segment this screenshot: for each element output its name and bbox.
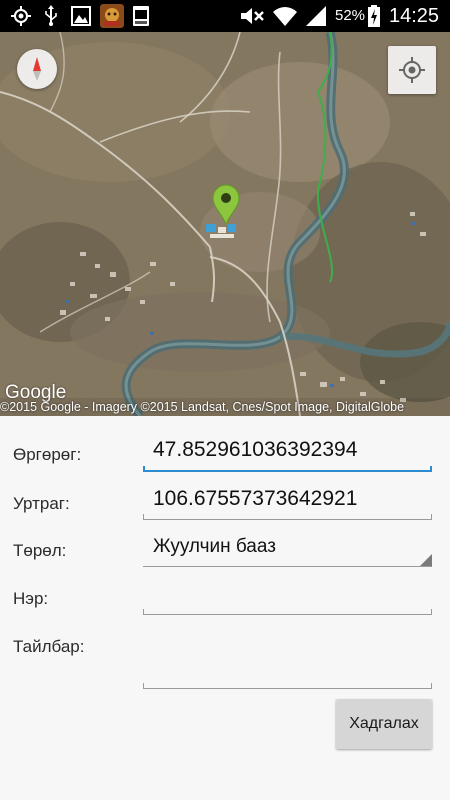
longitude-field[interactable]: 106.67557373642921 [143, 487, 432, 521]
description-field[interactable] [143, 630, 432, 690]
map-view[interactable]: Google ©2015 Google - Imagery ©2015 Land… [0, 32, 450, 416]
longitude-value: 106.67557373642921 [153, 487, 358, 510]
wifi-icon [272, 4, 298, 28]
screenshot-icon [131, 4, 151, 28]
compass-icon [33, 57, 41, 81]
latitude-field[interactable]: 47.852961036392394 [143, 438, 432, 472]
name-underline [143, 609, 432, 615]
status-bar: 52% 14:25 [0, 0, 450, 32]
dropdown-arrow-icon [420, 554, 432, 566]
map-attribution[interactable]: ©2015 Google - Imagery ©2015 Landsat, Cn… [0, 398, 450, 416]
battery-charging-icon [367, 4, 381, 28]
usb-icon [41, 4, 61, 28]
description-label: Тайлбар: [13, 637, 85, 656]
gps-icon [9, 4, 33, 28]
latitude-underline [143, 466, 432, 472]
app-notification-icon [100, 4, 124, 28]
location-marker-icon[interactable] [211, 184, 241, 226]
longitude-label: Уртраг: [13, 494, 70, 513]
type-underline [143, 566, 432, 567]
latitude-label: Өргөрөг: [13, 445, 82, 464]
name-field[interactable] [143, 582, 432, 616]
type-value: Жуулчин бааз [153, 536, 276, 557]
name-label: Нэр: [13, 589, 49, 608]
type-label: Төрөл: [13, 541, 67, 560]
battery-percent: 52% [335, 7, 366, 24]
mute-icon [238, 4, 266, 28]
type-dropdown[interactable]: Жуулчин бааз [143, 536, 432, 568]
latitude-value: 47.852961036392394 [153, 438, 358, 461]
save-button[interactable]: Хадгалах [336, 699, 432, 749]
clock: 14:25 [389, 5, 440, 27]
gallery-icon [70, 4, 92, 28]
description-underline [143, 683, 432, 689]
my-location-icon [399, 57, 425, 83]
longitude-underline [143, 514, 432, 520]
my-location-button[interactable] [388, 46, 436, 94]
signal-icon [304, 4, 328, 28]
place-form: Өргөрөг: 47.852961036392394 Уртраг: 106.… [0, 416, 450, 800]
compass-button[interactable] [17, 49, 57, 89]
